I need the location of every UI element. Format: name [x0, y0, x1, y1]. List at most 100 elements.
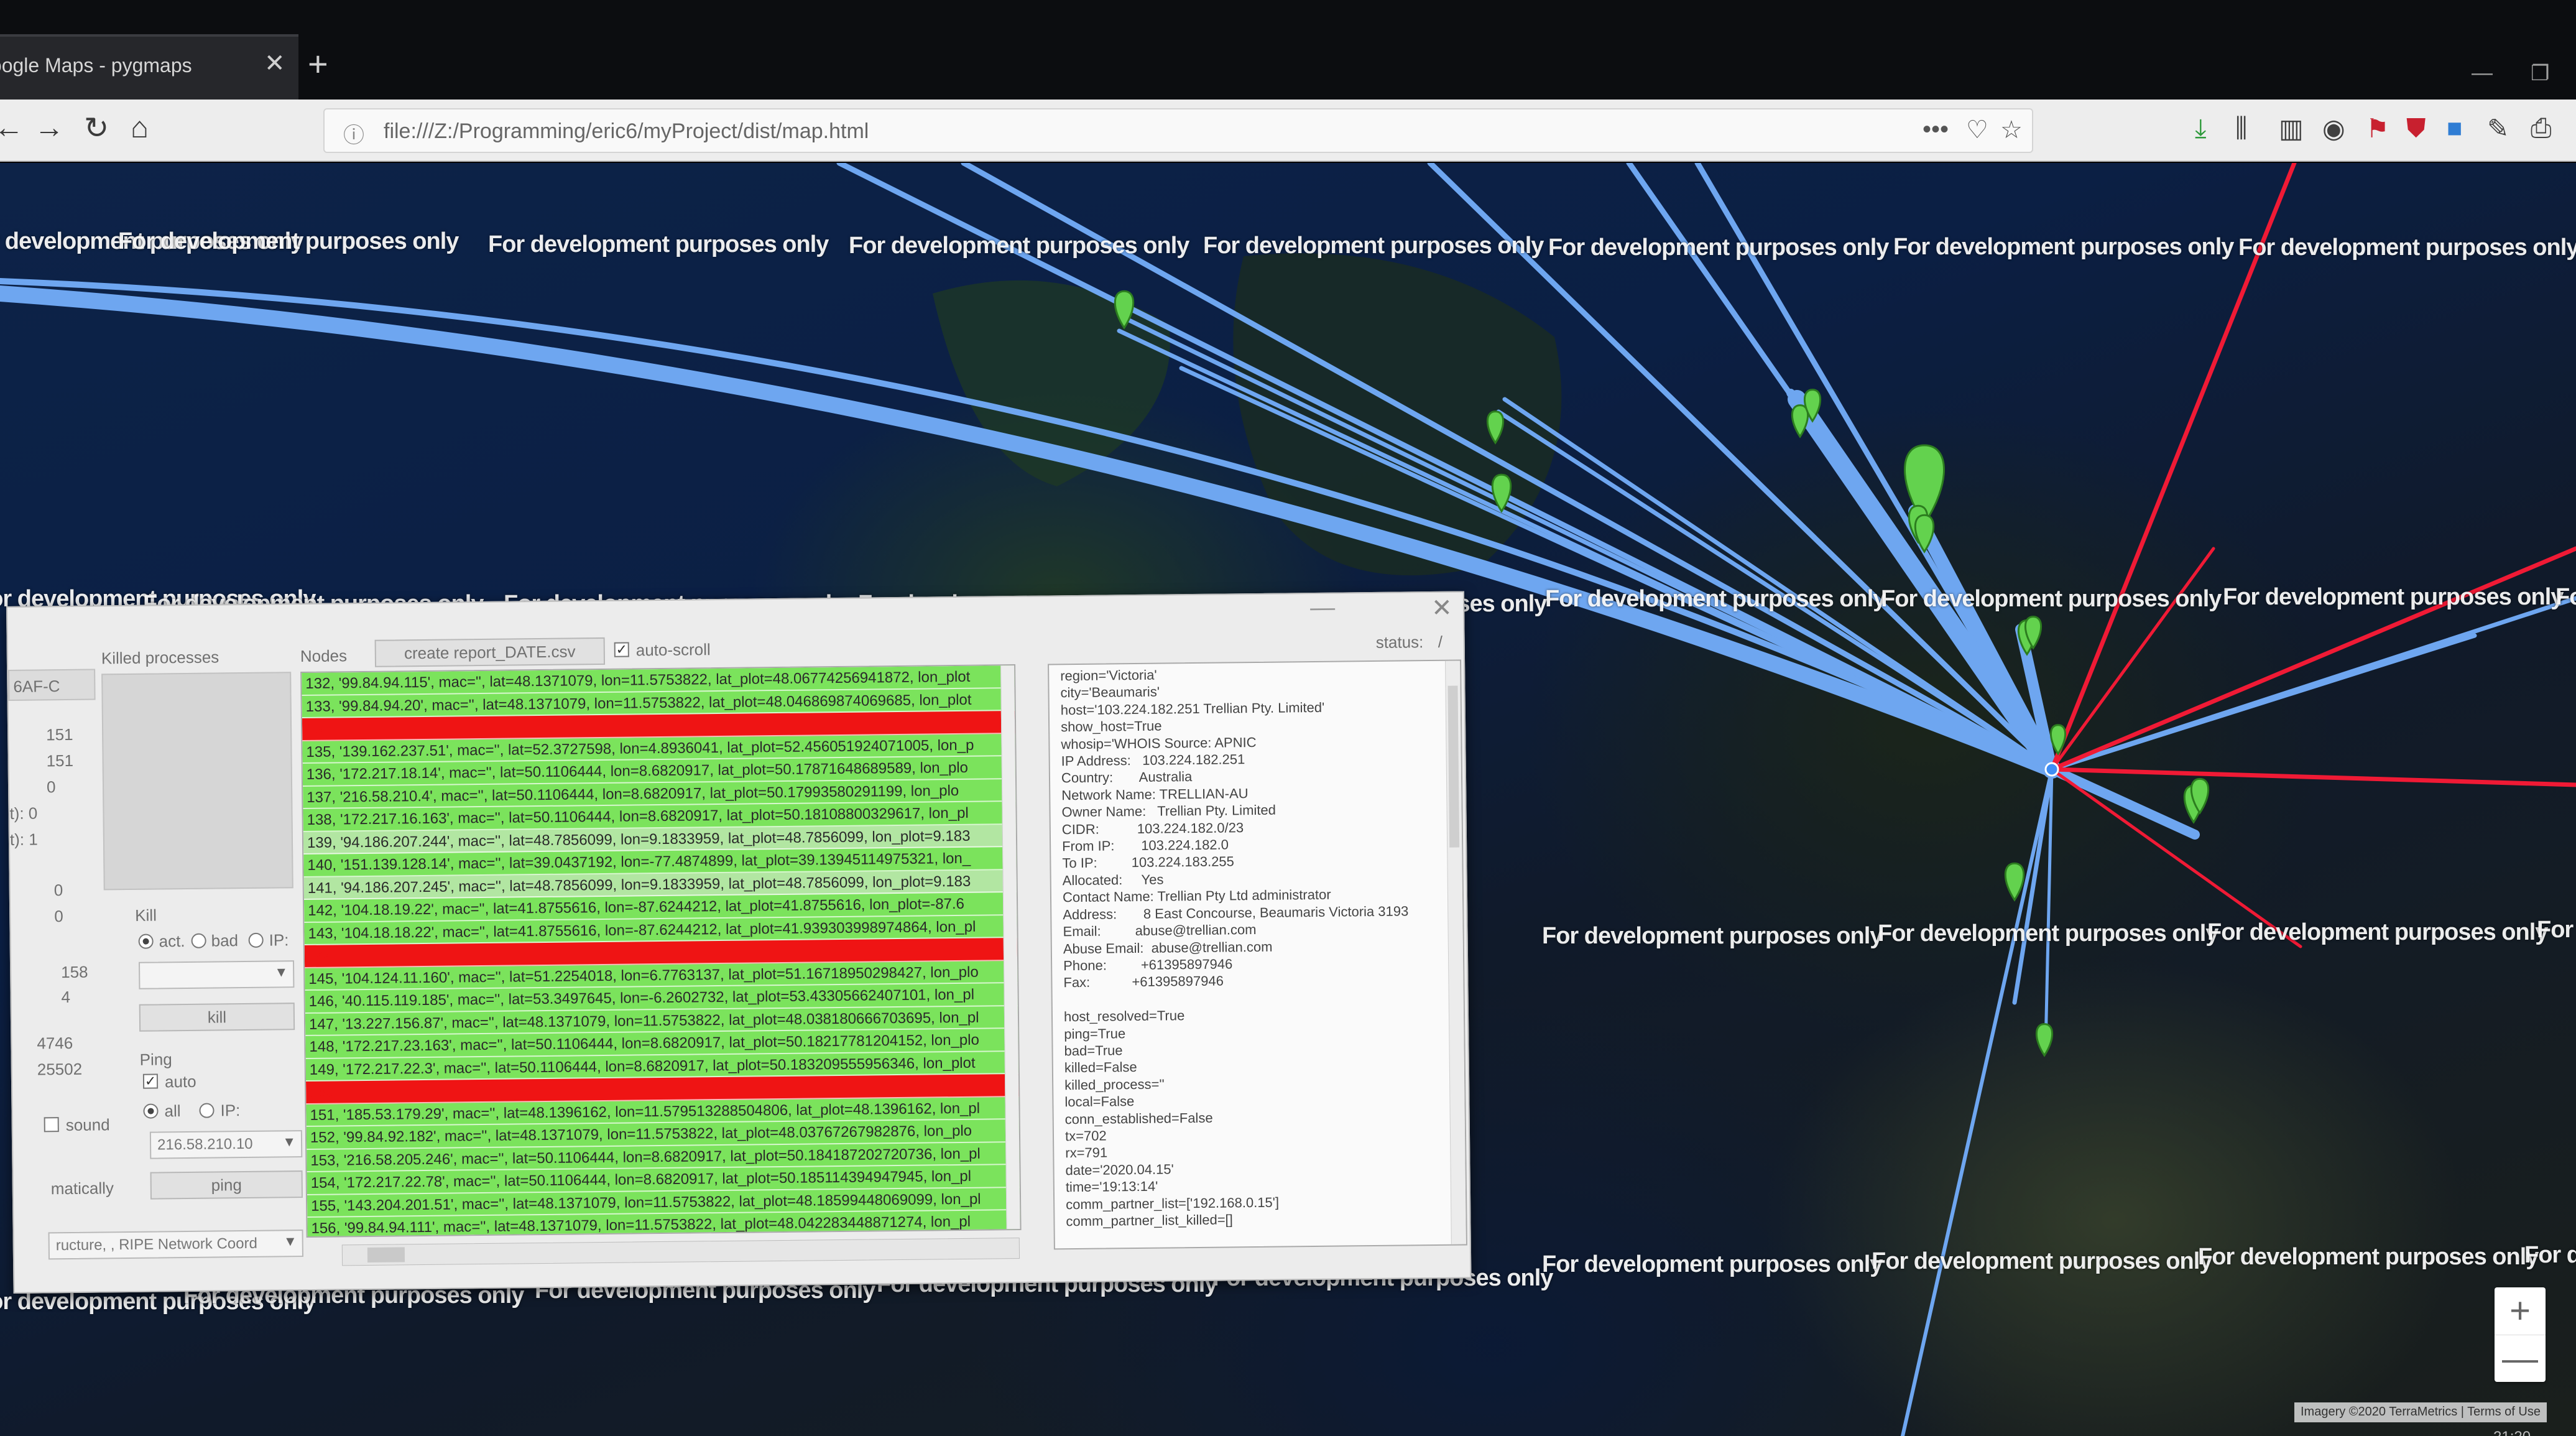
structure-combo[interactable]: ructure, , RIPE Network Coord ▼ [48, 1230, 303, 1260]
kill-act-radio[interactable] [138, 933, 154, 949]
window-restore-icon[interactable]: ❐ [2531, 61, 2549, 86]
dev-watermark: For development purposes only [118, 228, 459, 254]
left-value: t): 1 [9, 830, 38, 849]
ping-ip-select[interactable]: 216.58.210.10 ▼ [149, 1130, 303, 1159]
shield-icon[interactable]: ⛊ [2406, 113, 2426, 144]
zoom-in-button[interactable]: + [2495, 1287, 2546, 1335]
dev-watermark: For development purposes only [1542, 1251, 1883, 1277]
node-rows: 132, '99.84.94.115', mac='', lat=48.1371… [302, 665, 1020, 1238]
map-marker-icon[interactable] [1791, 404, 1809, 438]
node-detail-panel[interactable]: region='Victoria' city='Beaumaris' host='1… [1048, 659, 1467, 1250]
sidebar-icon[interactable]: ▥ [2279, 113, 2304, 144]
left-value: 151 [46, 751, 74, 771]
url-text[interactable]: file:///Z:/Programming/eric6/myProject/d… [384, 119, 869, 144]
home-location-icon[interactable] [2044, 762, 2059, 777]
window-minimize-icon[interactable]: — [2472, 61, 2493, 85]
page-actions-icon[interactable]: ••• [1923, 116, 1949, 144]
left-value: 4746 [37, 1033, 73, 1053]
tab-close-icon[interactable]: ✕ [264, 49, 285, 78]
auto-scroll-label: auto-scroll [635, 640, 711, 660]
auto-scroll-checkbox[interactable]: ✓ [614, 642, 629, 657]
ping-button[interactable]: ping [150, 1170, 303, 1200]
dev-watermark: For development purposes only [849, 233, 1189, 259]
status-value: / [1438, 632, 1443, 651]
ping-all-label: all [164, 1101, 181, 1121]
ping-auto-label: auto [164, 1072, 196, 1091]
left-value: 0 [54, 907, 63, 926]
app-minimize-icon[interactable]: — [1310, 594, 1335, 622]
bad-connection-line [2049, 767, 2576, 787]
dev-watermark: For development purposes only [1542, 923, 1883, 949]
kill-ip-radio[interactable] [248, 932, 264, 948]
app-close-icon[interactable]: ✕ [1431, 594, 1452, 623]
dev-watermark: For development purposes only [2198, 1244, 2539, 1270]
nodes-list[interactable]: 132, '99.84.94.115', mac='', lat=48.1371… [300, 664, 1022, 1238]
pocket-icon[interactable]: ♡ [1966, 116, 1988, 144]
tools-icon[interactable]: ✎ [2487, 113, 2509, 144]
tab-title: Google Maps - pygmaps [0, 54, 192, 76]
home-icon[interactable]: ⌂ [131, 111, 149, 145]
dev-watermark: For development purposes only [2207, 919, 2548, 945]
killed-processes-list[interactable] [101, 672, 293, 891]
kill-button[interactable]: kill [139, 1003, 295, 1032]
ping-all-radio[interactable] [143, 1103, 159, 1119]
connection-line [1901, 767, 2054, 1436]
chevron-down-icon: ▼ [283, 1233, 297, 1249]
map-attribution[interactable]: Imagery ©2020 TerraMetrics | Terms of Us… [2294, 1402, 2547, 1422]
dev-watermark: For development purposes only [2223, 584, 2564, 610]
scroll-thumb[interactable] [1447, 685, 1460, 848]
ping-ip-label: IP: [220, 1101, 241, 1120]
reload-icon[interactable]: ↻ [84, 111, 109, 146]
ping-ip-radio[interactable] [199, 1103, 215, 1118]
print-icon[interactable]: ⎙ [2531, 113, 2552, 144]
dev-watermark: For development purposes only [2524, 1242, 2576, 1268]
tab-bar: Google Maps - pygmaps ✕ + — ❐ [0, 0, 2576, 100]
site-info-icon[interactable]: ⓘ [343, 118, 364, 149]
dev-watermark: For development purposes only [1545, 586, 1886, 612]
map-marker-icon[interactable] [2036, 1023, 2053, 1057]
sound-checkbox[interactable] [44, 1117, 59, 1133]
bookmark-star-icon[interactable]: ☆ [2000, 116, 2023, 144]
detail-lines: region='Victoria' city='Beaumaris' host='1… [1060, 664, 1454, 1230]
dev-watermark: For development purposes only [1893, 234, 2234, 260]
sound-label: sound [65, 1115, 110, 1135]
account-icon[interactable]: ◉ [2322, 113, 2345, 144]
nodes-horizontal-scrollbar[interactable] [341, 1237, 1020, 1266]
left-value: 158 [61, 962, 88, 982]
dev-watermark: For development purposes only [2555, 584, 2576, 610]
left-value: 151 [46, 725, 73, 744]
browser-tab[interactable]: Google Maps - pygmaps ✕ [0, 34, 298, 100]
download-icon[interactable]: ⤓ [2195, 113, 2207, 144]
connection-line [1502, 397, 2054, 772]
kill-bad-radio[interactable] [191, 933, 206, 948]
left-value: 0 [46, 777, 56, 797]
kill-act-label: act. [159, 932, 185, 951]
left-value: 4 [61, 987, 71, 1007]
back-arrow-icon[interactable]: ← [0, 111, 24, 145]
ping-label: Ping [139, 1050, 172, 1069]
url-bar[interactable]: ⓘ file:///Z:/Programming/eric6/myProject… [323, 108, 2033, 153]
forward-arrow-icon[interactable]: → [34, 111, 64, 145]
kill-select[interactable]: ▼ [138, 960, 295, 989]
left-column-header: 6AF-C [8, 669, 96, 701]
nodes-label: Nodes [300, 646, 348, 666]
map-marker-icon[interactable] [2004, 862, 2025, 902]
new-tab-icon[interactable]: + [308, 44, 328, 84]
scroll-thumb[interactable] [367, 1247, 405, 1262]
library-icon[interactable]: ⫼ [2235, 113, 2247, 144]
extension-badge-icon[interactable]: ⚑ [2366, 113, 2389, 144]
create-report-button[interactable]: create report_DATE.csv [374, 637, 606, 667]
dev-watermark: For development purposes only [1872, 1248, 2212, 1274]
dev-watermark: For development purposes only [2238, 234, 2576, 261]
extension-icon[interactable]: ■ [2447, 113, 2462, 143]
dev-watermark: For development purposes only [488, 231, 829, 257]
status-label: status: [1375, 632, 1424, 652]
clock: 21:20 [2493, 1429, 2531, 1436]
zoom-out-button[interactable]: — [2495, 1335, 2546, 1382]
ping-auto-checkbox[interactable]: ✓ [142, 1073, 159, 1089]
chevron-down-icon: ▼ [274, 964, 289, 980]
killed-processes-label: Killed processes [101, 647, 219, 668]
dev-watermark: For development purposes only [2537, 917, 2576, 943]
chevron-down-icon: ▼ [282, 1134, 297, 1150]
navigation-toolbar: ← → ↻ ⌂ ⓘ file:///Z:/Programming/eric6/m… [0, 100, 2576, 162]
